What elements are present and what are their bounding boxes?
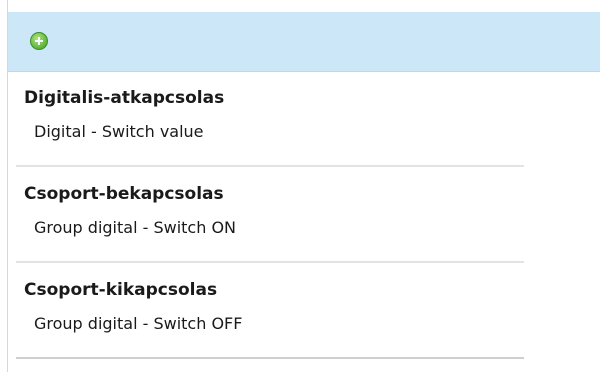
list-divider — [16, 357, 524, 359]
list-item-subtitle: Digital - Switch value — [34, 122, 204, 141]
list-item-digitalis-atkapcsolas[interactable]: Digitalis-atkapcsolas Digital - Switch v… — [8, 73, 600, 169]
left-border — [0, 0, 8, 372]
list-item-csoport-kikapcsolas[interactable]: Csoport-kikapcsolas Group digital - Swit… — [8, 265, 600, 361]
list-item-subtitle: Group digital - Switch ON — [34, 218, 237, 237]
toolbar — [8, 12, 600, 72]
list-item-title: Csoport-bekapcsolas — [24, 184, 224, 204]
action-list: Digitalis-atkapcsolas Digital - Switch v… — [8, 73, 600, 361]
list-item-subtitle: Group digital - Switch OFF — [34, 314, 243, 333]
list-divider — [16, 261, 524, 263]
add-item-button[interactable] — [30, 32, 48, 50]
list-item-csoport-bekapcsolas[interactable]: Csoport-bekapcsolas Group digital - Swit… — [8, 169, 600, 265]
list-item-title: Digitalis-atkapcsolas — [24, 88, 225, 108]
list-item-title: Csoport-kikapcsolas — [24, 280, 218, 300]
list-divider — [16, 165, 524, 167]
action-list-panel: Digitalis-atkapcsolas Digital - Switch v… — [0, 0, 600, 372]
